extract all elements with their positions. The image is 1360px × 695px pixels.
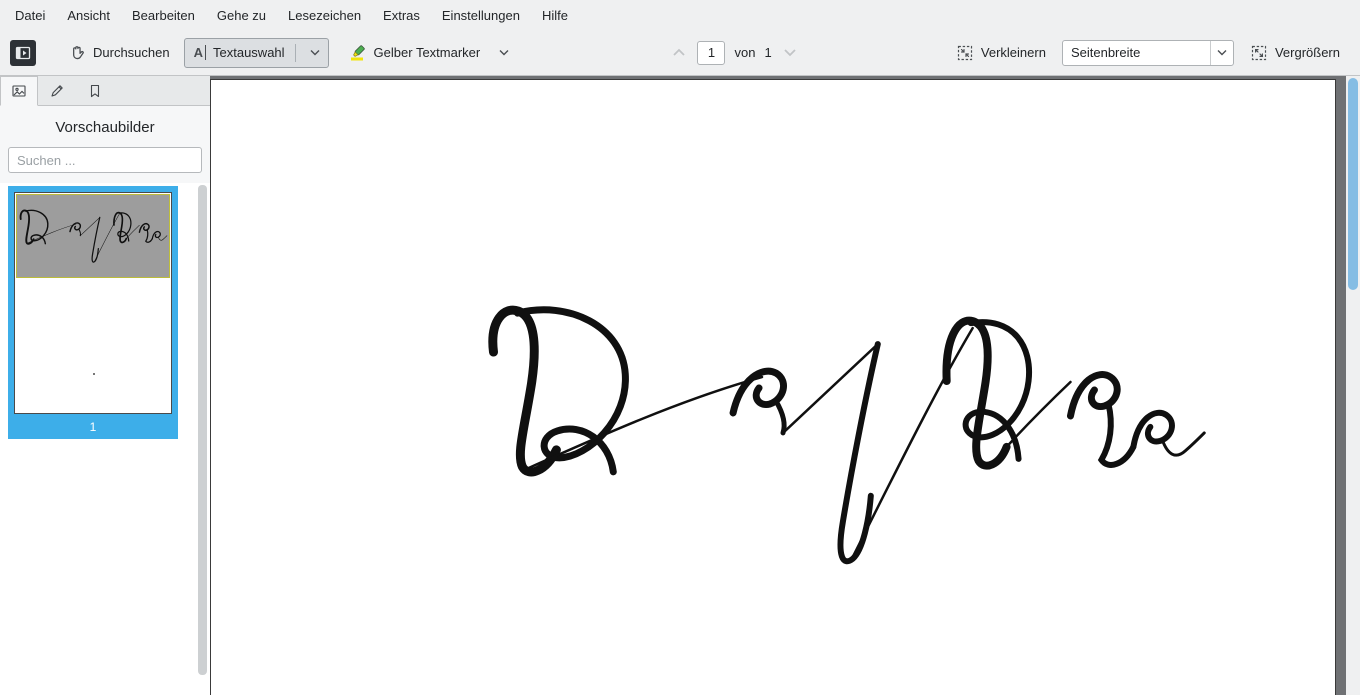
vertical-scrollbar-thumb[interactable] bbox=[1348, 78, 1358, 290]
text-select-tool-label: Textauswahl bbox=[213, 45, 285, 60]
thumbnail-search-input[interactable] bbox=[8, 147, 202, 173]
document-page[interactable] bbox=[210, 79, 1336, 695]
next-page-chevron-icon[interactable] bbox=[781, 44, 799, 62]
sidebar: Vorschaubilder 1 bbox=[0, 76, 210, 695]
zoom-in-label: Vergrößern bbox=[1275, 45, 1340, 60]
sidebar-tab-bar bbox=[0, 76, 210, 106]
tab-annotations[interactable] bbox=[38, 76, 76, 105]
browse-tool-button[interactable]: Durchsuchen bbox=[58, 38, 180, 68]
menu-bearbeiten[interactable]: Bearbeiten bbox=[121, 3, 206, 28]
thumbnail-page-image bbox=[14, 192, 172, 414]
thumbnails-icon bbox=[10, 82, 28, 100]
browse-tool-label: Durchsuchen bbox=[93, 45, 170, 60]
page-handwriting bbox=[211, 80, 1335, 691]
tab-bookmarks[interactable] bbox=[76, 76, 114, 105]
thumbnail-content-dot bbox=[93, 373, 95, 375]
text-select-tool-button[interactable]: A Textauswahl bbox=[184, 38, 329, 68]
shrink-selection-icon bbox=[956, 44, 974, 62]
page-navigation: von 1 bbox=[670, 41, 798, 65]
annotations-pen-icon bbox=[48, 82, 66, 100]
zoom-controls: Verkleinern Seitenbreite Vergrößern bbox=[946, 38, 1350, 68]
chevron-down-icon[interactable] bbox=[495, 44, 513, 62]
zoom-mode-value: Seitenbreite bbox=[1063, 45, 1210, 60]
highlighter-tool-button[interactable]: Gelber Textmarker bbox=[339, 38, 524, 68]
thumbnail-handwriting bbox=[17, 195, 169, 277]
zoom-in-button[interactable]: Vergrößern bbox=[1240, 38, 1350, 68]
zoom-out-button[interactable]: Verkleinern bbox=[946, 38, 1056, 68]
sidebar-toggle-button[interactable] bbox=[10, 40, 36, 66]
thumbnail-page-label: 1 bbox=[14, 414, 172, 439]
menu-ansicht[interactable]: Ansicht bbox=[56, 3, 121, 28]
chevron-down-icon[interactable] bbox=[306, 44, 324, 62]
menu-lesezeichen[interactable]: Lesezeichen bbox=[277, 3, 372, 28]
menu-datei[interactable]: Datei bbox=[4, 3, 56, 28]
sidebar-scrollbar[interactable] bbox=[198, 185, 207, 679]
previous-page-chevron-icon[interactable] bbox=[670, 44, 688, 62]
zoom-mode-combobox[interactable]: Seitenbreite bbox=[1062, 40, 1234, 66]
page-of-label: von bbox=[734, 45, 755, 60]
thumbnail-page-1[interactable]: 1 bbox=[8, 186, 178, 439]
chevron-down-icon[interactable] bbox=[1211, 49, 1233, 56]
panel-toggle-icon bbox=[14, 44, 32, 62]
zoom-out-label: Verkleinern bbox=[981, 45, 1046, 60]
thumbnail-visible-region[interactable] bbox=[16, 194, 170, 278]
enlarge-selection-icon bbox=[1250, 44, 1268, 62]
sidebar-scrollbar-thumb[interactable] bbox=[198, 185, 207, 675]
thumbnail-list: 1 bbox=[0, 183, 210, 695]
menu-bar: Datei Ansicht Bearbeiten Gehe zu Lesezei… bbox=[0, 0, 1360, 30]
menu-einstellungen[interactable]: Einstellungen bbox=[431, 3, 531, 28]
highlighter-tool-label: Gelber Textmarker bbox=[374, 45, 481, 60]
main-toolbar: Durchsuchen A Textauswahl Gelber Textmar… bbox=[0, 30, 1360, 76]
bookmark-icon bbox=[86, 82, 104, 100]
text-cursor-icon: A bbox=[194, 45, 206, 60]
vertical-scrollbar[interactable] bbox=[1346, 76, 1360, 695]
menu-extras[interactable]: Extras bbox=[372, 3, 431, 28]
hand-icon bbox=[68, 44, 86, 62]
page-total-label: 1 bbox=[764, 45, 771, 60]
button-separator bbox=[295, 44, 296, 62]
highlighter-icon bbox=[349, 44, 367, 62]
menu-gehe-zu[interactable]: Gehe zu bbox=[206, 3, 277, 28]
document-viewport bbox=[210, 76, 1360, 695]
menu-hilfe[interactable]: Hilfe bbox=[531, 3, 579, 28]
sidebar-panel-title: Vorschaubilder bbox=[0, 106, 210, 145]
tab-thumbnails[interactable] bbox=[0, 76, 38, 106]
page-number-input[interactable] bbox=[697, 41, 725, 65]
